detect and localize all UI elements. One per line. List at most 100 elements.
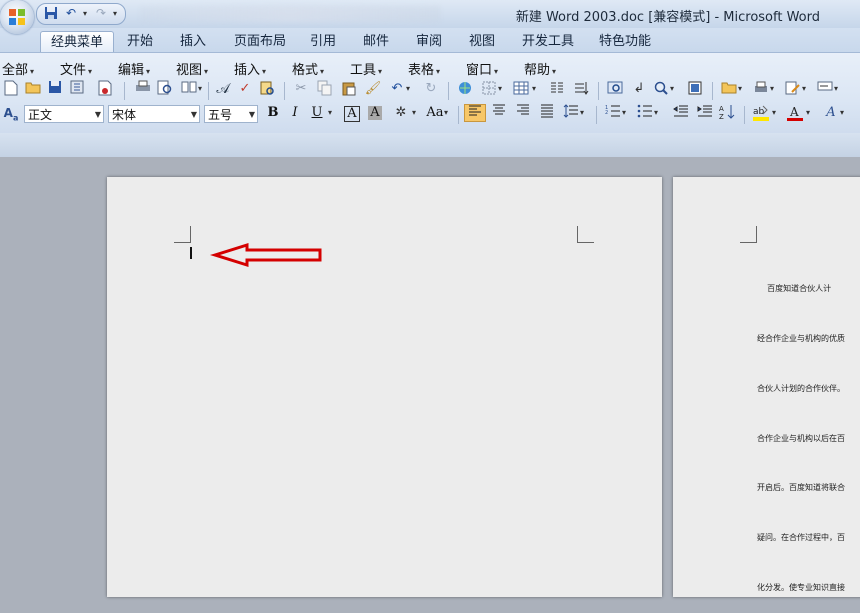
chevron-down-icon[interactable]: ▾ bbox=[326, 104, 334, 122]
align-center-button[interactable] bbox=[490, 104, 508, 122]
font-color-icon[interactable]: A bbox=[786, 104, 804, 122]
justify-button[interactable] bbox=[538, 104, 556, 122]
styles-icon[interactable]: Aa bbox=[2, 104, 20, 122]
separator bbox=[712, 82, 713, 100]
chevron-down-icon[interactable]: ▾ bbox=[496, 80, 504, 98]
full-screen-icon[interactable] bbox=[686, 80, 704, 98]
sort-icon[interactable]: AZ bbox=[718, 104, 736, 122]
ruler-strip bbox=[0, 133, 860, 157]
tab-developer[interactable]: 开发工具 bbox=[512, 31, 584, 52]
chevron-down-icon: ▼ bbox=[94, 110, 101, 119]
tab-review[interactable]: 审阅 bbox=[406, 31, 452, 52]
grammar-icon[interactable]: ✓ bbox=[236, 80, 254, 98]
tab-classic-menu[interactable]: 经典菜单 bbox=[40, 31, 115, 53]
character-border-button[interactable]: A bbox=[344, 106, 360, 122]
menu-edit[interactable]: 编辑 ▾ bbox=[118, 59, 150, 78]
format-painter-icon[interactable]: 🖌 bbox=[364, 80, 382, 98]
underline-button[interactable]: U bbox=[308, 104, 326, 122]
svg-text:ab: ab bbox=[753, 107, 765, 117]
font-dropdown[interactable]: 宋体 ▼ bbox=[108, 105, 200, 123]
character-shading-button[interactable]: A bbox=[368, 106, 382, 120]
columns-icon[interactable] bbox=[548, 80, 566, 98]
chevron-down-icon[interactable]: ▾ bbox=[668, 80, 676, 98]
formatting-toolbar: Aa 正文 ▼ 宋体 ▼ 五号 ▼ B I U ▾ A A ✲ ▾ Aa ▾ ▾ 12… bbox=[0, 104, 860, 126]
permission-icon[interactable] bbox=[68, 80, 86, 98]
copy-icon[interactable] bbox=[316, 80, 334, 98]
office-button[interactable] bbox=[0, 0, 34, 34]
menu-window[interactable]: 窗口 ▾ bbox=[466, 59, 498, 78]
tab-insert[interactable]: 插入 bbox=[170, 31, 216, 52]
chevron-down-icon[interactable]: ▾ bbox=[442, 104, 450, 122]
print-icon[interactable] bbox=[134, 80, 152, 98]
text-line: 百度知道合伙人计 bbox=[757, 284, 832, 294]
save-icon[interactable] bbox=[43, 6, 59, 21]
document-map-icon[interactable] bbox=[606, 80, 624, 98]
cut-icon[interactable]: ✂ bbox=[292, 80, 310, 98]
insert-table-icon[interactable] bbox=[512, 80, 530, 98]
menu-format[interactable]: 格式 ▾ bbox=[292, 59, 324, 78]
text-effect-icon[interactable]: ✲ bbox=[392, 104, 410, 122]
pdf-export-icon[interactable] bbox=[96, 80, 114, 98]
new-document-icon[interactable] bbox=[2, 80, 20, 98]
chevron-down-icon[interactable]: ▾ bbox=[838, 104, 846, 122]
paste-icon[interactable] bbox=[340, 80, 358, 98]
tab-mailings[interactable]: 邮件 bbox=[353, 31, 399, 52]
chevron-down-icon[interactable]: ▾ bbox=[652, 104, 660, 122]
menu-file[interactable]: 文件 ▾ bbox=[60, 59, 92, 78]
decrease-indent-icon[interactable] bbox=[672, 104, 690, 122]
customize-qat-icon[interactable]: ▾ bbox=[107, 6, 123, 21]
redo-icon[interactable]: ↻ bbox=[422, 80, 440, 98]
chevron-down-icon[interactable]: ▾ bbox=[530, 80, 538, 98]
chevron-down-icon[interactable]: ▾ bbox=[768, 80, 776, 98]
undo-dropdown-icon[interactable]: ▾ bbox=[404, 80, 412, 98]
chevron-down-icon[interactable]: ▾ bbox=[800, 80, 808, 98]
chevron-down-icon[interactable]: ▾ bbox=[620, 104, 628, 122]
menu-help[interactable]: 帮助 ▾ bbox=[524, 59, 556, 78]
align-left-button[interactable] bbox=[464, 104, 486, 122]
chevron-down-icon[interactable]: ▾ bbox=[804, 104, 812, 122]
menu-tools[interactable]: 工具 ▾ bbox=[350, 59, 382, 78]
quick-access-toolbar: ↶ ▾ ↷ ▾ bbox=[36, 3, 126, 25]
font-size-dropdown[interactable]: 五号 ▼ bbox=[204, 105, 258, 123]
tab-references[interactable]: 引用 bbox=[300, 31, 346, 52]
open-folder-icon[interactable] bbox=[24, 80, 42, 98]
separator bbox=[744, 106, 745, 124]
undo-dropdown-icon[interactable]: ▾ bbox=[77, 6, 93, 21]
text-direction-icon[interactable] bbox=[572, 80, 590, 98]
tab-page-layout[interactable]: 页面布局 bbox=[224, 31, 296, 52]
increase-indent-icon[interactable] bbox=[696, 104, 714, 122]
crop-mark-top-right bbox=[577, 226, 594, 243]
spelling-icon[interactable]: 𝒜 bbox=[214, 80, 232, 98]
window-title: 新建 Word 2003.doc [兼容模式] - Microsoft Word bbox=[515, 10, 820, 25]
menu-table[interactable]: 表格 ▾ bbox=[408, 59, 440, 78]
svg-text:A: A bbox=[719, 105, 724, 113]
chevron-down-icon[interactable]: ▾ bbox=[196, 80, 204, 98]
red-arrow-annotation bbox=[209, 242, 322, 268]
tab-special-features[interactable]: 特色功能 bbox=[589, 31, 661, 52]
text-cursor bbox=[190, 247, 192, 259]
research-icon[interactable] bbox=[258, 80, 276, 98]
menu-all[interactable]: 全部 ▾ bbox=[2, 59, 34, 78]
chevron-down-icon[interactable]: ▾ bbox=[410, 104, 418, 122]
chevron-down-icon[interactable]: ▾ bbox=[578, 104, 586, 122]
menu-insert[interactable]: 插入 ▾ bbox=[234, 59, 266, 78]
print-preview-icon[interactable] bbox=[156, 80, 174, 98]
chevron-down-icon[interactable]: ▾ bbox=[770, 104, 778, 122]
style-dropdown[interactable]: 正文 ▼ bbox=[24, 105, 104, 123]
bold-button[interactable]: B bbox=[264, 104, 282, 122]
text-line: 化分发。使专业知识直接 bbox=[757, 582, 845, 592]
highlight-icon[interactable]: ab bbox=[752, 104, 770, 122]
title-bar: 新建 Word 2003.doc [兼容模式] - Microsoft Word bbox=[0, 0, 860, 28]
hyperlink-icon[interactable] bbox=[456, 80, 474, 98]
chevron-down-icon[interactable]: ▾ bbox=[736, 80, 744, 98]
align-right-button[interactable] bbox=[514, 104, 532, 122]
save-icon[interactable] bbox=[46, 80, 64, 98]
show-hide-marks-icon[interactable]: ↲ bbox=[630, 80, 648, 98]
chevron-down-icon[interactable]: ▾ bbox=[832, 80, 840, 98]
chevron-down-icon: ▼ bbox=[248, 110, 255, 119]
tab-view[interactable]: 视图 bbox=[459, 31, 505, 52]
tab-home[interactable]: 开始 bbox=[117, 31, 163, 52]
menu-view[interactable]: 视图 ▾ bbox=[176, 59, 208, 78]
crop-mark-top-left bbox=[174, 226, 191, 243]
italic-button[interactable]: I bbox=[286, 104, 304, 122]
